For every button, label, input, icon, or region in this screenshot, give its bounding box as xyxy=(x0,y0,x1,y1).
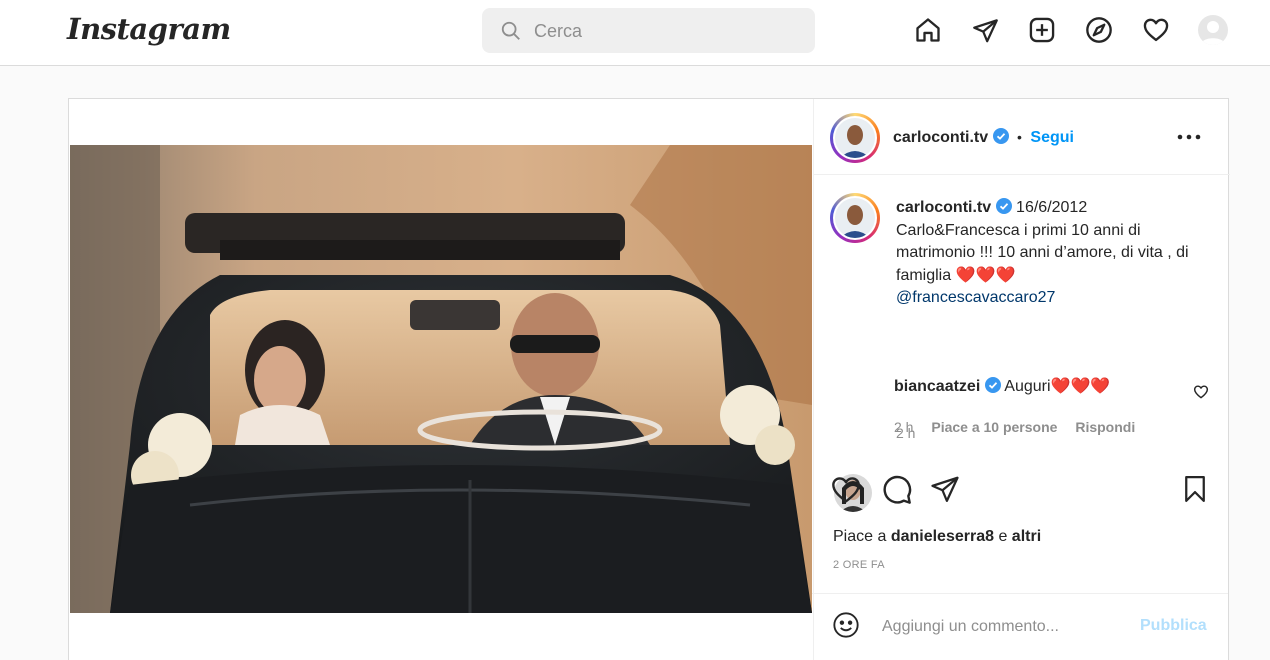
new-post-icon[interactable] xyxy=(1026,14,1058,46)
follow-button[interactable]: Segui xyxy=(1030,129,1074,146)
comment-like-heart-icon[interactable] xyxy=(1193,384,1211,402)
caption: carloconti.tv 16/6/2012 Carlo&Francesca … xyxy=(896,197,1214,310)
search-input[interactable] xyxy=(534,16,794,46)
profile-avatar[interactable] xyxy=(1198,15,1228,45)
reply-button[interactable]: Rispondi xyxy=(1075,419,1135,435)
publish-button[interactable]: Pubblica xyxy=(1140,617,1207,635)
wedding-car-photo xyxy=(70,145,812,613)
caption-avatar-image xyxy=(835,198,875,238)
author-avatar-image xyxy=(835,118,875,158)
post-media xyxy=(69,99,813,660)
caption-username[interactable]: carloconti.tv xyxy=(896,199,991,216)
comment-hearts: ❤️❤️❤️ xyxy=(1050,378,1111,395)
author-avatar[interactable] xyxy=(830,113,880,163)
search-box[interactable] xyxy=(482,8,815,53)
top-navigation-bar: Instagram xyxy=(0,0,1270,66)
likes-prefix: Piace a xyxy=(833,528,891,545)
caption-mention[interactable]: @francescavaccaro27 xyxy=(896,289,1055,306)
explore-compass-icon[interactable] xyxy=(1083,14,1115,46)
home-icon[interactable] xyxy=(912,14,944,46)
verified-badge-icon xyxy=(992,128,1009,144)
post-header: carloconti.tv • Segui xyxy=(814,99,1230,175)
caption-date: 16/6/2012 xyxy=(1016,199,1088,216)
save-bookmark-icon[interactable] xyxy=(1180,474,1210,506)
instagram-logo[interactable]: Instagram xyxy=(67,12,231,46)
author-username[interactable]: carloconti.tv xyxy=(893,129,988,146)
likes-middle: e xyxy=(994,528,1012,545)
emoji-icon[interactable] xyxy=(832,611,862,641)
post-header-info: carloconti.tv • Segui xyxy=(893,128,1074,147)
default-avatar-icon xyxy=(1201,21,1225,45)
search-icon xyxy=(501,21,520,40)
comment-time[interactable]: 2 h xyxy=(894,419,913,435)
comment-username[interactable]: biancaatzei xyxy=(894,378,980,395)
divider xyxy=(812,593,1228,594)
share-send-icon[interactable] xyxy=(930,474,964,506)
likes-others[interactable]: altri xyxy=(1012,528,1041,545)
like-heart-icon[interactable] xyxy=(830,474,864,506)
add-comment-input[interactable] xyxy=(882,614,1122,640)
comment-likes[interactable]: Piace a 10 persone xyxy=(931,419,1057,435)
more-options-icon[interactable] xyxy=(1174,125,1204,149)
caption-hearts: ❤️❤️❤️ xyxy=(955,266,1016,284)
comment-text: Auguri xyxy=(1004,378,1051,395)
post-timestamp[interactable]: 2 ORE FA xyxy=(833,559,885,571)
separator-dot: • xyxy=(1017,129,1022,145)
caption-body: Carlo&Francesca i primi 10 anni di matri… xyxy=(896,221,1189,284)
activity-heart-icon[interactable] xyxy=(1140,14,1172,46)
verified-badge-icon xyxy=(995,198,1012,214)
likes-user[interactable]: danieleserra8 xyxy=(891,528,994,545)
caption-author-avatar[interactable] xyxy=(830,193,880,243)
post-photo[interactable] xyxy=(70,145,812,613)
direct-send-icon[interactable] xyxy=(969,14,1001,46)
comment-bubble-icon[interactable] xyxy=(881,474,915,506)
verified-badge-icon xyxy=(984,377,1001,393)
comment-item: biancaatzei Auguri❤️❤️❤️ xyxy=(894,376,1110,396)
comment-meta: 2 h Piace a 10 persone Rispondi xyxy=(894,419,1135,435)
comments-section: carloconti.tv 16/6/2012 Carlo&Francesca … xyxy=(814,175,1230,512)
likes-summary: Piace a danieleserra8 e altri xyxy=(833,528,1041,546)
